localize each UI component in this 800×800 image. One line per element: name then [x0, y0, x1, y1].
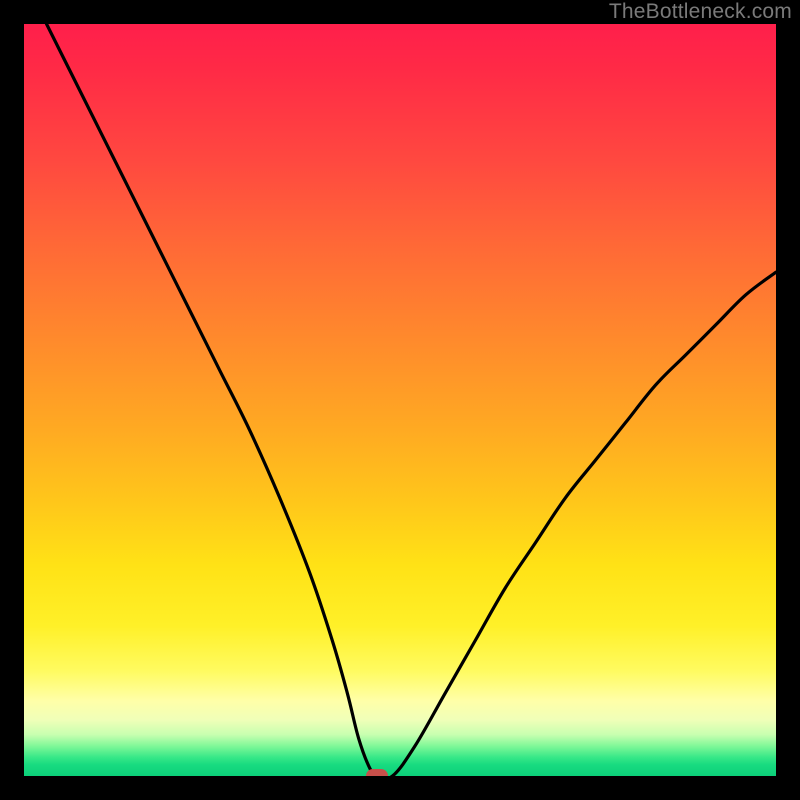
watermark-text: TheBottleneck.com — [609, 0, 792, 24]
chart-frame: TheBottleneck.com — [0, 0, 800, 800]
plot-area — [24, 24, 776, 776]
optimal-point-marker — [366, 769, 388, 776]
bottleneck-curve — [24, 24, 776, 776]
